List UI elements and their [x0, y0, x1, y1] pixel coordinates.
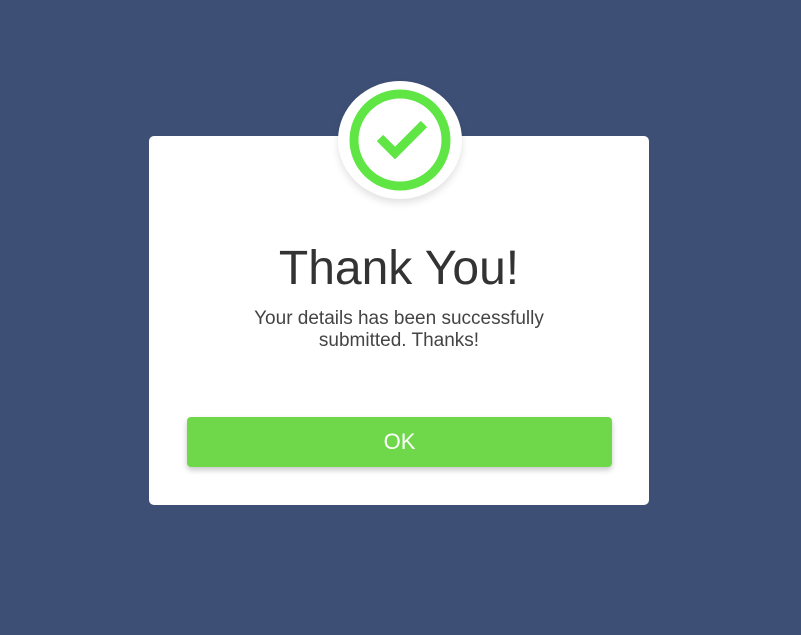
success-badge — [338, 81, 462, 199]
ok-button[interactable]: OK — [187, 417, 612, 467]
dialog-message: Your details has been successfully submi… — [254, 308, 544, 351]
dialog-title: Thank You! — [278, 242, 520, 295]
check-circle-icon — [349, 89, 451, 191]
